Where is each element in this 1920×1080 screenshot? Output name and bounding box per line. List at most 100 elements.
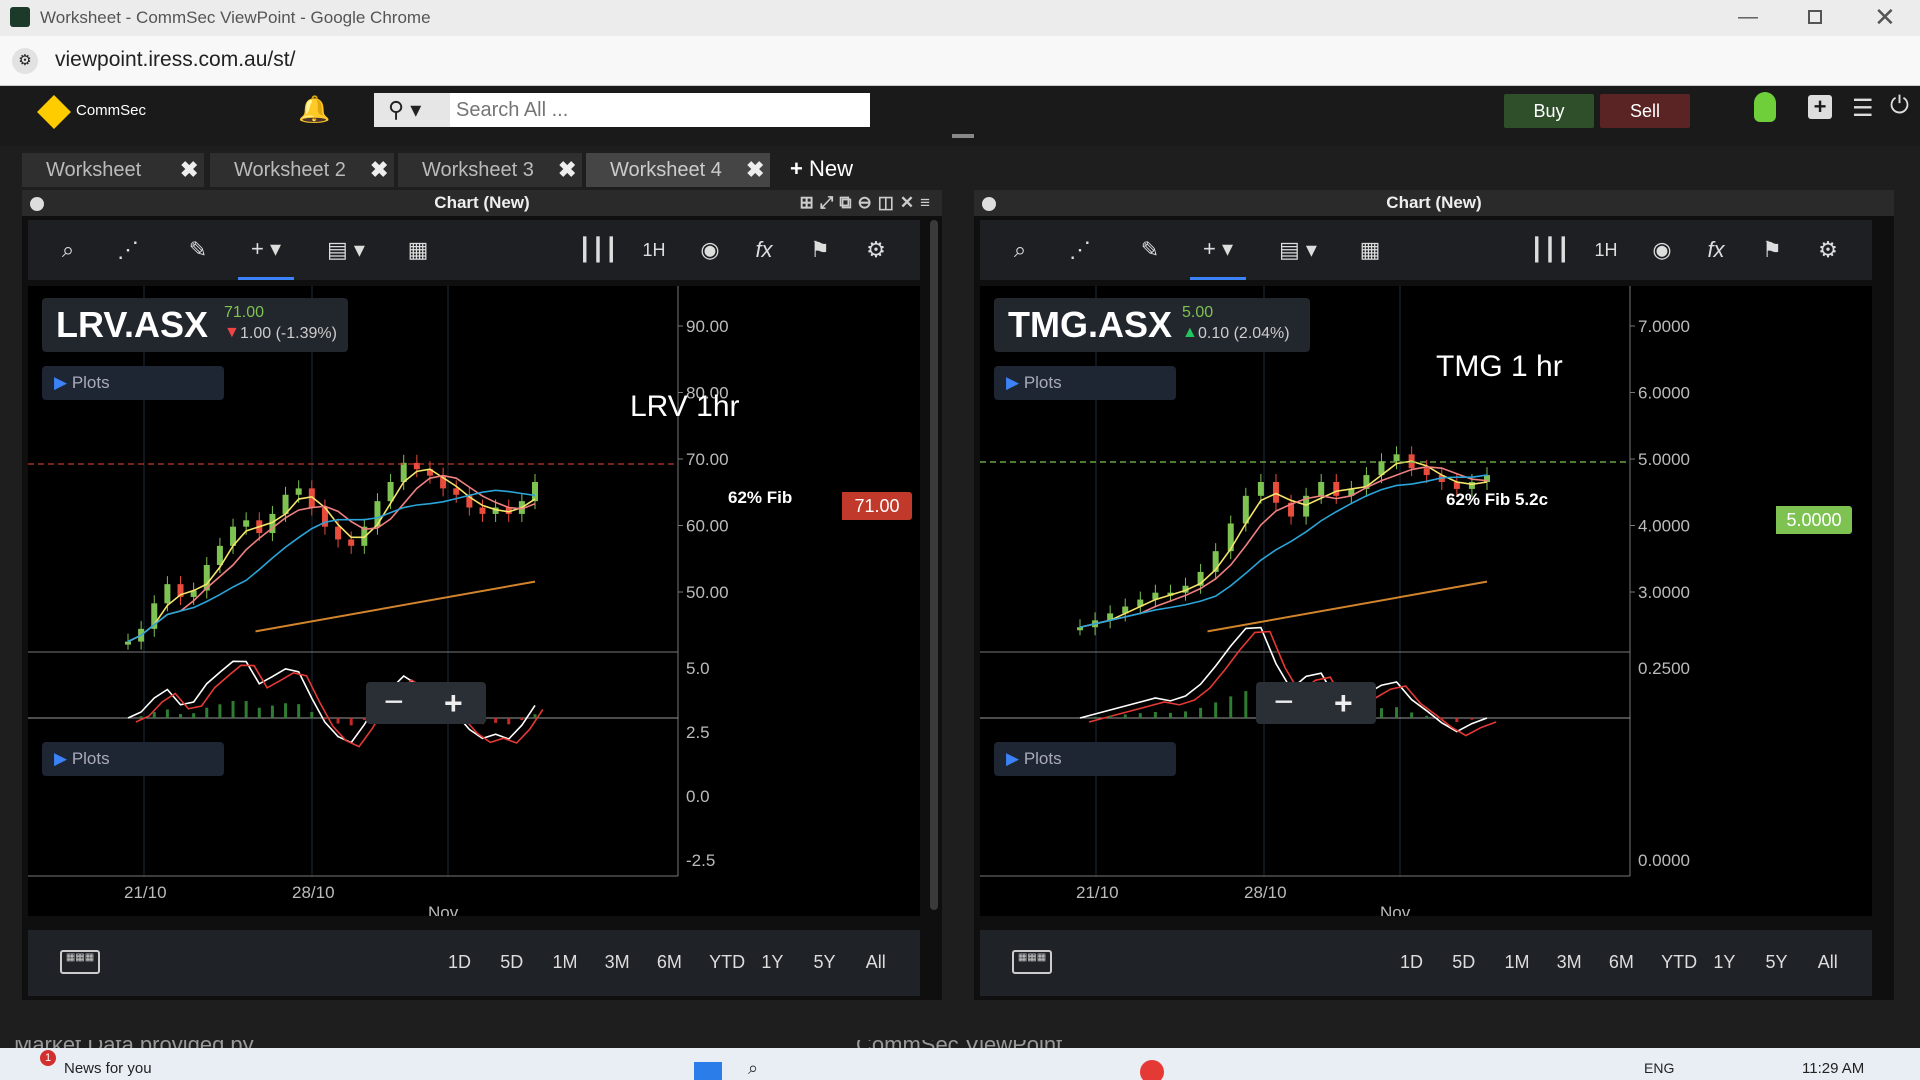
tab-worksheet-2[interactable]: Worksheet 2 ✖ <box>210 153 394 187</box>
long-moving-average-line <box>1207 580 1488 633</box>
restore-icon[interactable] <box>1808 10 1822 24</box>
x-tick-label: 21/10 <box>124 883 167 902</box>
plots-toggle[interactable]: ▶ Plots <box>994 366 1176 400</box>
minimize-panel-icon[interactable]: ⊖ <box>858 193 878 212</box>
gear-icon[interactable]: ⚙ <box>1808 220 1848 280</box>
interval-button[interactable]: 1H <box>1586 220 1626 280</box>
pencil-icon[interactable]: ✎ <box>178 220 218 280</box>
range-button-5d[interactable]: 5D <box>1452 952 1475 973</box>
sell-button[interactable]: Sell <box>1600 94 1690 128</box>
range-button-1m[interactable]: 1M <box>552 952 577 973</box>
osc-tick-label: 5.0 <box>686 659 710 678</box>
crosshair-icon[interactable]: + ▾ <box>238 220 294 280</box>
close-panel-icon[interactable]: ✕ <box>900 193 920 212</box>
panel-menu-icon[interactable]: ≡ <box>920 193 936 212</box>
tab-worksheet-4[interactable]: Worksheet 4 ✖ <box>586 153 770 187</box>
minimize-icon[interactable]: — <box>1738 6 1758 29</box>
price-tag: 5.0000 <box>1776 506 1852 534</box>
expand-icon[interactable]: ⤢ <box>820 193 840 212</box>
play-icon: ▶ <box>1006 749 1020 768</box>
comment-icon[interactable]: ▤ ▾ <box>1270 220 1326 280</box>
close-tab-icon[interactable]: ✖ <box>558 153 576 187</box>
start-icon[interactable] <box>694 1062 722 1080</box>
search-icon[interactable]: ⌕ <box>48 220 88 280</box>
range-button-6m[interactable]: 6M <box>1609 952 1634 973</box>
buy-button[interactable]: Buy <box>1504 94 1594 128</box>
flag-icon[interactable]: ⚑ <box>800 220 840 280</box>
menu-icon[interactable]: ☰ <box>1852 94 1874 123</box>
keyboard-icon[interactable]: ▦▦▦ <box>60 950 100 974</box>
eye-icon[interactable]: ◉ <box>1642 220 1682 280</box>
range-button-all[interactable]: All <box>866 952 886 973</box>
crosshair-icon[interactable]: + ▾ <box>1190 220 1246 280</box>
range-button-1d[interactable]: 1D <box>448 952 471 973</box>
chrome-taskbar-icon[interactable] <box>1140 1060 1164 1080</box>
interval-button[interactable]: 1H <box>634 220 674 280</box>
range-button-1m[interactable]: 1M <box>1504 952 1529 973</box>
indicator-icon[interactable]: ⋰ <box>1060 220 1100 280</box>
chart-canvas[interactable]: 7.0000 6.0000 5.0000 4.0000 3.0000 0.2500 0.00… <box>980 286 1872 922</box>
new-tab-button[interactable]: + New <box>790 156 853 182</box>
range-button-5y[interactable]: 5Y <box>814 952 836 973</box>
range-button-3m[interactable]: 3M <box>1557 952 1582 973</box>
zoom-in-button[interactable]: + <box>444 682 463 724</box>
language-indicator[interactable]: ENG <box>1644 1060 1674 1076</box>
close-tab-icon[interactable]: ✖ <box>180 153 198 187</box>
zoom-in-button[interactable]: + <box>1334 682 1353 724</box>
table-icon[interactable]: ▦ <box>1350 220 1390 280</box>
range-button-1d[interactable]: 1D <box>1400 952 1423 973</box>
keyboard-icon[interactable]: ▦▦▦ <box>1012 950 1052 974</box>
lightbulb-icon[interactable] <box>1754 92 1776 122</box>
range-button-3m[interactable]: 3M <box>605 952 630 973</box>
search-input[interactable] <box>450 93 870 127</box>
clock[interactable]: 11:29 AM <box>1802 1060 1864 1077</box>
range-button-6m[interactable]: 6M <box>657 952 682 973</box>
comment-icon[interactable]: ▤ ▾ <box>318 220 374 280</box>
search-dropdown-button[interactable]: ⚲ ▾ <box>374 93 450 127</box>
range-button-1y[interactable]: 1Y <box>761 952 783 973</box>
news-widget[interactable]: News for you <box>64 1060 152 1077</box>
indicator-icon[interactable]: ⋰ <box>108 220 148 280</box>
add-widget-icon[interactable]: + <box>1808 95 1832 119</box>
play-icon: ▶ <box>54 373 68 392</box>
search-taskbar-icon[interactable]: ⌕ <box>748 1058 758 1079</box>
plots-toggle[interactable]: ▶ Plots <box>42 366 224 400</box>
close-tab-icon[interactable]: ✖ <box>370 153 388 187</box>
add-icon[interactable]: ⊞ <box>800 193 820 212</box>
tab-worksheet[interactable]: Worksheet ✖ <box>22 153 204 187</box>
gear-icon[interactable]: ⚙ <box>856 220 896 280</box>
candlestick-icon[interactable]: ┃┃┃ <box>578 220 618 280</box>
scrollbar[interactable] <box>930 220 938 910</box>
oscillator-plots-toggle[interactable]: ▶ Plots <box>994 742 1176 776</box>
site-settings-icon[interactable]: ⚙ <box>12 48 38 74</box>
tab-worksheet-3[interactable]: Worksheet 3 ✖ <box>398 153 582 187</box>
split-icon[interactable]: ◫ <box>878 193 900 212</box>
range-button-ytd[interactable]: YTD <box>1661 952 1697 973</box>
oscillator-plots-toggle[interactable]: ▶ Plots <box>42 742 224 776</box>
close-tab-icon[interactable]: ✖ <box>746 153 764 187</box>
close-icon[interactable]: ✕ <box>1874 2 1896 33</box>
tab-label: Worksheet <box>46 159 142 181</box>
bell-icon[interactable]: 🔔 <box>298 94 330 125</box>
taskbar: 1 News for you ⌕ ENG 11:29 AM <box>0 1048 1920 1080</box>
chart-canvas[interactable]: 90.00 80.00 70.00 60.00 50.00 5.0 2.5 0.0 -2.5 21… <box>28 286 920 922</box>
range-button-all[interactable]: All <box>1818 952 1838 973</box>
range-button-ytd[interactable]: YTD <box>709 952 745 973</box>
search-icon[interactable]: ⌕ <box>1000 220 1040 280</box>
fx-icon[interactable]: fx <box>744 220 784 280</box>
candlestick-icon[interactable]: ┃┃┃ <box>1530 220 1570 280</box>
range-button-1y[interactable]: 1Y <box>1713 952 1735 973</box>
zoom-out-button[interactable]: − <box>1274 682 1294 722</box>
table-icon[interactable]: ▦ <box>398 220 438 280</box>
range-button-5d[interactable]: 5D <box>500 952 523 973</box>
power-icon[interactable]: ⏻ <box>1890 92 1909 120</box>
fx-icon[interactable]: fx <box>1696 220 1736 280</box>
zoom-out-button[interactable]: − <box>384 682 404 722</box>
range-button-5y[interactable]: 5Y <box>1766 952 1788 973</box>
eye-icon[interactable]: ◉ <box>690 220 730 280</box>
pencil-icon[interactable]: ✎ <box>1130 220 1170 280</box>
url-field[interactable]: viewpoint.iress.com.au/st/ <box>55 48 295 72</box>
drag-handle-icon[interactable] <box>952 134 974 138</box>
flag-icon[interactable]: ⚑ <box>1752 220 1792 280</box>
popout-icon[interactable]: ⧉ <box>839 193 857 212</box>
